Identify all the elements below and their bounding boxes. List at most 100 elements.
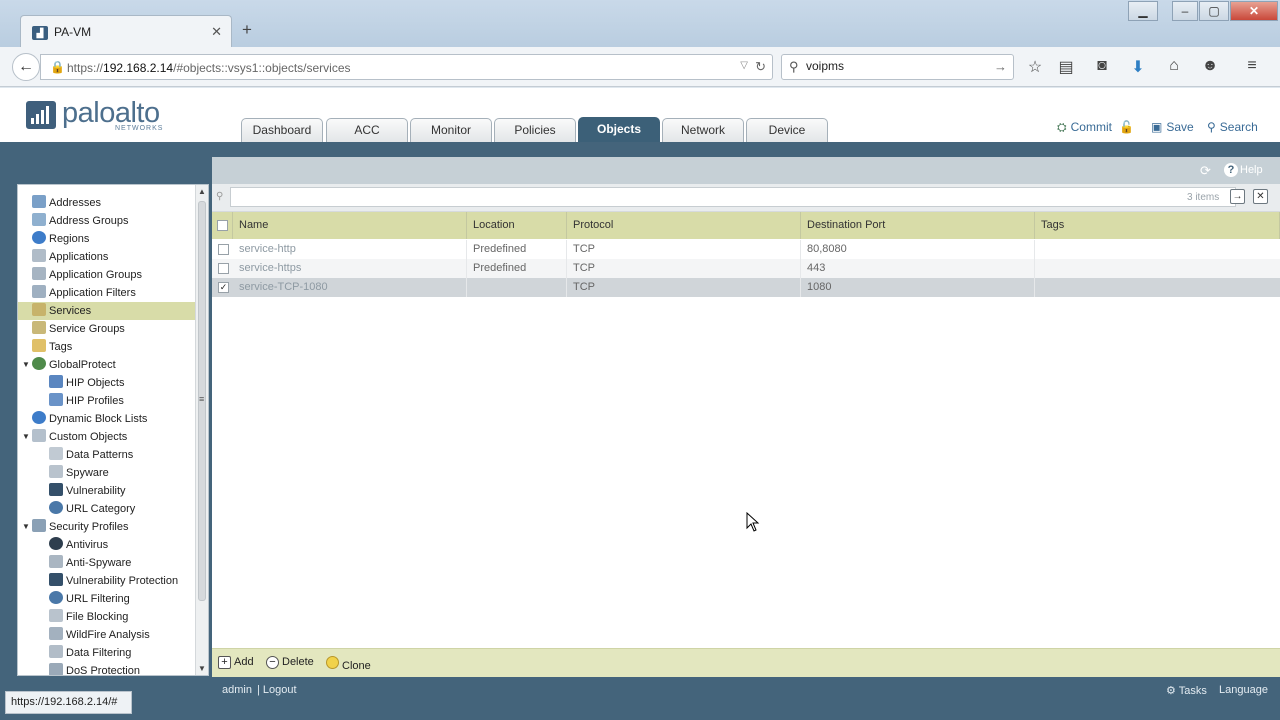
custom-object-icon (32, 429, 46, 442)
sidebar-item-spyware[interactable]: Spyware (49, 464, 109, 482)
tab-acc[interactable]: ACC (326, 118, 408, 142)
service-name-link[interactable]: service-http (233, 240, 467, 259)
tasks-button[interactable]: ⚙ Tasks (1166, 684, 1207, 697)
browser-search-input[interactable] (806, 59, 986, 73)
sidebar-item-address-groups[interactable]: Address Groups (32, 212, 128, 230)
tab-objects[interactable]: Objects (578, 117, 660, 143)
restore-icon[interactable]: ‒ (1172, 1, 1198, 21)
service-tags (1035, 278, 1280, 297)
url-category-icon (49, 501, 63, 514)
sidebar-item-vulnerability-protection[interactable]: Vulnerability Protection (49, 572, 178, 590)
sidebar-item-anti-spyware[interactable]: Anti-Spyware (49, 554, 131, 572)
sidebar-scrollbar[interactable]: ▲ ≡ ▼ (195, 185, 208, 675)
column-header-destination-port[interactable]: Destination Port (801, 212, 1035, 239)
bookmark-star-icon[interactable]: ☆ (1024, 57, 1046, 77)
tab-device[interactable]: Device (746, 118, 828, 142)
help-button[interactable]: ? Help (1224, 163, 1263, 177)
collapse-custom-objects-icon[interactable]: ▼ (22, 432, 30, 441)
sidebar-item-application-filters[interactable]: Application Filters (32, 284, 136, 302)
tab-policies[interactable]: Policies (494, 118, 576, 142)
pocket-icon[interactable]: ◙ (1091, 57, 1113, 75)
lock-config-icon[interactable]: 🔓 (1119, 120, 1134, 134)
sidebar-item-security-profiles[interactable]: Security Profiles (32, 518, 128, 536)
collapse-security-profiles-icon[interactable]: ▼ (22, 522, 30, 531)
lock-icon: 🔒 (50, 60, 65, 74)
sidebar-item-url-filtering[interactable]: URL Filtering (49, 590, 130, 608)
sidebar-item-antivirus[interactable]: Antivirus (49, 536, 108, 554)
tab-dashboard[interactable]: Dashboard (241, 118, 323, 142)
sidebar-item-tags[interactable]: Tags (32, 338, 72, 356)
sidebar-item-hip-profiles[interactable]: HIP Profiles (49, 392, 124, 410)
service-name-link[interactable]: service-TCP-1080 (233, 278, 467, 297)
service-location: Predefined (467, 240, 567, 259)
sidebar-item-data-patterns[interactable]: Data Patterns (49, 446, 133, 464)
sidebar-item-applications[interactable]: Applications (32, 248, 108, 266)
filter-input[interactable] (230, 187, 1236, 207)
sidebar-item-regions[interactable]: Regions (32, 230, 89, 248)
table-row[interactable]: service-http Predefined TCP 80,8080 (212, 240, 1280, 259)
url-dropdown-icon[interactable]: ▽ (740, 60, 748, 71)
tab-monitor[interactable]: Monitor (410, 118, 492, 142)
commit-button[interactable]: ⛭ Commit (1057, 120, 1112, 135)
download-icon[interactable]: ⬇ (1127, 57, 1149, 77)
sidebar-item-hip-objects[interactable]: HIP Objects (49, 374, 125, 392)
mouse-cursor-icon (746, 512, 760, 532)
language-link[interactable]: Language (1219, 684, 1268, 696)
column-header-tags[interactable]: Tags (1035, 212, 1280, 239)
maximize-icon[interactable]: ▢ (1199, 1, 1229, 21)
row-checkbox-checked[interactable]: ✓ (218, 282, 229, 293)
clone-button[interactable]: Clone (326, 656, 371, 672)
menu-icon[interactable]: ≡ (1241, 57, 1263, 75)
logout-link[interactable]: | Logout (257, 684, 297, 696)
clear-filter-icon[interactable]: ✕ (1253, 189, 1268, 204)
sidebar-item-addresses[interactable]: Addresses (32, 194, 101, 212)
save-button[interactable]: ▣ Save (1151, 120, 1194, 134)
column-header-name[interactable]: Name (233, 212, 467, 239)
search-go-icon[interactable]: → (994, 59, 1007, 74)
row-checkbox[interactable] (218, 263, 229, 274)
home-icon[interactable]: ⌂ (1163, 57, 1185, 75)
table-row[interactable]: ✓ service-TCP-1080 TCP 1080 (212, 278, 1280, 297)
minimize-icon[interactable]: ▁ (1128, 1, 1158, 21)
sidebar-item-file-blocking[interactable]: File Blocking (49, 608, 128, 626)
row-checkbox[interactable] (218, 244, 229, 255)
url-text: https://192.168.2.14/#objects::vsys1::ob… (67, 61, 351, 75)
sidebar-item-url-category[interactable]: URL Category (49, 500, 135, 518)
reading-list-icon[interactable]: ▤ (1055, 57, 1077, 77)
sidebar-item-custom-objects[interactable]: Custom Objects (32, 428, 127, 446)
sidebar-item-vulnerability[interactable]: Vulnerability (49, 482, 126, 500)
sidebar-item-dos-protection[interactable]: DoS Protection (49, 662, 140, 675)
sidebar-item-wildfire-analysis[interactable]: WildFire Analysis (49, 626, 150, 644)
chat-icon[interactable]: ☻ (1199, 57, 1221, 75)
sidebar-item-services[interactable]: Services (18, 302, 196, 320)
scroll-up-icon[interactable]: ▲ (198, 187, 206, 196)
window-close-icon[interactable]: ✕ (1230, 1, 1278, 21)
new-tab-button[interactable]: + (242, 20, 252, 40)
sidebar-item-data-filtering[interactable]: Data Filtering (49, 644, 131, 662)
sidebar-item-dynamic-block-lists[interactable]: Dynamic Block Lists (32, 410, 147, 428)
table-row[interactable]: service-https Predefined TCP 443 (212, 259, 1280, 278)
browser-tab[interactable]: ▟ PA-VM ✕ (20, 15, 232, 48)
collapse-globalprotect-icon[interactable]: ▼ (22, 360, 30, 369)
browser-search-box[interactable]: ⚲ → (781, 54, 1014, 80)
service-name-link[interactable]: service-https (233, 259, 467, 278)
close-tab-icon[interactable]: ✕ (211, 24, 222, 40)
select-all-checkbox[interactable] (217, 220, 228, 231)
back-button[interactable]: ← (12, 53, 40, 81)
sidebar-item-globalprotect[interactable]: GlobalProtect (32, 356, 116, 374)
tab-network[interactable]: Network (662, 118, 744, 142)
column-header-location[interactable]: Location (467, 212, 567, 239)
add-button[interactable]: + Add (218, 656, 254, 669)
url-bar[interactable]: 🔒 https://192.168.2.14/#objects::vsys1::… (40, 54, 773, 80)
header-search-button[interactable]: ⚲ Search (1207, 120, 1258, 134)
palo-alto-favicon-icon: ▟ (32, 26, 48, 40)
sidebar-item-service-groups[interactable]: Service Groups (32, 320, 125, 338)
delete-button[interactable]: − Delete (266, 656, 314, 669)
reload-icon[interactable]: ↻ (755, 59, 766, 75)
refresh-icon[interactable]: ⟳ (1200, 163, 1211, 179)
sidebar-item-application-groups[interactable]: Application Groups (32, 266, 142, 284)
scroll-down-icon[interactable]: ▼ (198, 664, 206, 673)
column-header-protocol[interactable]: Protocol (567, 212, 801, 239)
application-icon (32, 249, 46, 262)
apply-filter-icon[interactable]: → (1230, 189, 1245, 204)
